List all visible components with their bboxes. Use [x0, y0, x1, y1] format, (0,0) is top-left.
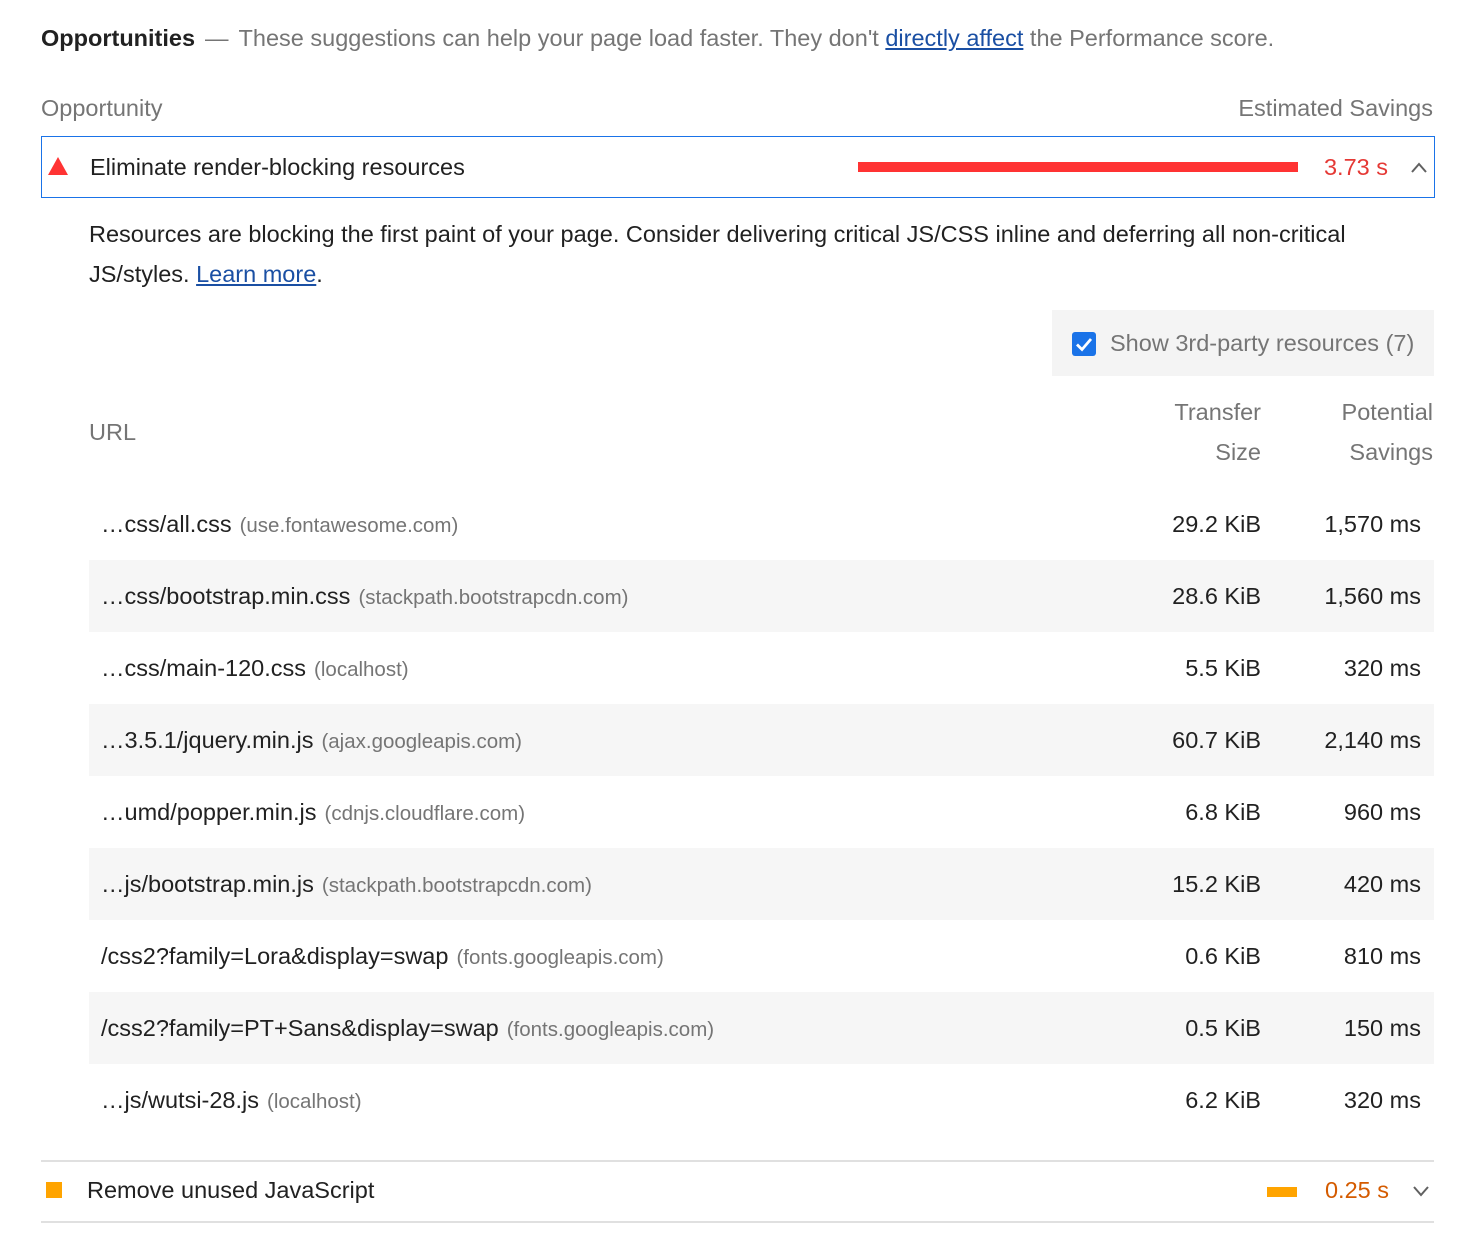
potential-savings: 810 ms: [1343, 943, 1421, 969]
chevron-up-icon[interactable]: [1410, 159, 1428, 177]
table-row: …umd/popper.min.js (cdnjs.cloudflare.com)…: [89, 776, 1434, 848]
section-header: Opportunities — These suggestions can help…: [41, 22, 1441, 54]
audit-savings-value: 0.25 s: [1324, 1177, 1389, 1203]
third-party-filter[interactable]: Show 3rd-party resources (7): [1052, 310, 1434, 376]
learn-more-link[interactable]: Learn more: [196, 261, 316, 287]
header-description-end: the Performance score.: [1023, 25, 1275, 51]
potential-savings: 150 ms: [1343, 1015, 1421, 1041]
potential-savings-column-header: Potential Savings: [1342, 392, 1433, 472]
potential-savings-header-line1: Potential: [1341, 399, 1433, 425]
transfer-size: 60.7 KiB: [1172, 727, 1261, 753]
resources-table: …css/all.css (use.fontawesome.com) 29.2 K…: [89, 488, 1434, 1136]
audit-title: Eliminate render-blocking resources: [90, 154, 465, 180]
resource-url: …3.5.1/jquery.min.js (ajax.googleapis.com…: [101, 724, 522, 758]
header-dash: —: [205, 25, 229, 51]
url-host: (fonts.googleapis.com): [506, 1018, 715, 1041]
url-host: (stackpath.bootstrapcdn.com): [358, 586, 629, 609]
table-row: …3.5.1/jquery.min.js (ajax.googleapis.com…: [89, 704, 1434, 776]
transfer-size: 29.2 KiB: [1172, 511, 1261, 537]
url-host: (ajax.googleapis.com): [321, 730, 522, 753]
table-row: /css2?family=Lora&display=swap (fonts.goo…: [89, 920, 1434, 992]
potential-savings: 420 ms: [1343, 871, 1421, 897]
potential-savings: 2,140 ms: [1324, 727, 1421, 753]
url-host: (stackpath.bootstrapcdn.com): [321, 874, 592, 897]
potential-savings: 960 ms: [1343, 799, 1421, 825]
transfer-size: 6.2 KiB: [1185, 1087, 1261, 1113]
red-triangle-icon: [48, 157, 68, 175]
audit-eliminate-render-blocking[interactable]: Eliminate render-blocking resources 3.73…: [41, 136, 1435, 198]
transfer-size: 0.6 KiB: [1185, 943, 1261, 969]
potential-savings-header-line2: Savings: [1349, 439, 1433, 465]
third-party-checkbox[interactable]: [1072, 332, 1096, 356]
description-period: .: [316, 261, 323, 287]
url-path: /css2?family=PT+Sans&display=swap: [101, 1015, 499, 1041]
header-description: These suggestions can help your page loa…: [238, 25, 886, 51]
potential-savings: 320 ms: [1343, 1087, 1421, 1113]
transfer-size-header-line2: Size: [1215, 439, 1261, 465]
resource-url: …js/bootstrap.min.js (stackpath.bootstrap…: [101, 868, 592, 902]
table-row: …js/wutsi-28.js (localhost) 6.2 KiB 320 m…: [89, 1064, 1434, 1136]
table-row: …css/all.css (use.fontawesome.com) 29.2 K…: [89, 488, 1434, 560]
checkmark-icon: [1076, 338, 1093, 352]
divider: [41, 1221, 1434, 1223]
url-path: …css/all.css: [101, 511, 232, 537]
opportunity-column-header: Opportunity: [41, 95, 163, 121]
section-title: Opportunities: [41, 25, 196, 51]
savings-bar: [857, 1187, 1297, 1197]
transfer-size: 6.8 KiB: [1185, 799, 1261, 825]
directly-affect-link[interactable]: directly affect: [885, 25, 1023, 51]
url-column-header: URL: [89, 419, 137, 445]
audit-remove-unused-javascript[interactable]: Remove unused JavaScript 0.25 s: [41, 1162, 1434, 1220]
savings-bar: [858, 162, 1298, 172]
resource-url: …umd/popper.min.js (cdnjs.cloudflare.com): [101, 796, 525, 830]
table-row: …css/bootstrap.min.css (stackpath.bootstr…: [89, 560, 1434, 632]
url-path: /css2?family=Lora&display=swap: [101, 943, 449, 969]
url-host: (localhost): [267, 1090, 362, 1113]
url-path: …js/bootstrap.min.js: [101, 871, 314, 897]
audit-description: Resources are blocking the first paint o…: [89, 214, 1409, 294]
transfer-size-column-header: Transfer Size: [1174, 392, 1261, 472]
url-path: …3.5.1/jquery.min.js: [101, 727, 314, 753]
table-row: …css/main-120.css (localhost) 5.5 KiB 320…: [89, 632, 1434, 704]
url-host: (cdnjs.cloudflare.com): [324, 802, 526, 825]
resource-url: …css/bootstrap.min.css (stackpath.bootstr…: [101, 580, 628, 614]
audit-savings-value: 3.73 s: [1323, 154, 1388, 180]
url-path: …umd/popper.min.js: [101, 799, 317, 825]
resource-url: /css2?family=Lora&display=swap (fonts.goo…: [101, 940, 664, 974]
url-path: …css/main-120.css: [101, 655, 307, 681]
chevron-down-icon[interactable]: [1412, 1182, 1430, 1200]
url-path: …css/bootstrap.min.css: [101, 583, 351, 609]
transfer-size: 28.6 KiB: [1172, 583, 1261, 609]
potential-savings: 1,560 ms: [1324, 583, 1421, 609]
transfer-size: 0.5 KiB: [1185, 1015, 1261, 1041]
table-row: …js/bootstrap.min.js (stackpath.bootstrap…: [89, 848, 1434, 920]
estimated-savings-column-header: Estimated Savings: [1238, 95, 1433, 121]
transfer-size-header-line1: Transfer: [1174, 399, 1261, 425]
transfer-size: 15.2 KiB: [1172, 871, 1261, 897]
table-row: /css2?family=PT+Sans&display=swap (fonts.…: [89, 992, 1434, 1064]
potential-savings: 1,570 ms: [1324, 511, 1421, 537]
resource-url: …js/wutsi-28.js (localhost): [101, 1084, 362, 1118]
audit-title: Remove unused JavaScript: [87, 1177, 375, 1203]
resource-url: …css/all.css (use.fontawesome.com): [101, 508, 458, 542]
url-host: (fonts.googleapis.com): [456, 946, 664, 969]
third-party-label: Show 3rd-party resources (7): [1110, 330, 1415, 356]
savings-bar-fill: [1267, 1187, 1297, 1197]
url-path: …js/wutsi-28.js: [101, 1087, 260, 1113]
orange-square-icon: [46, 1182, 62, 1198]
resource-url: …css/main-120.css (localhost): [101, 652, 409, 686]
url-host: (use.fontawesome.com): [239, 514, 459, 537]
resource-url: /css2?family=PT+Sans&display=swap (fonts.…: [101, 1012, 714, 1046]
transfer-size: 5.5 KiB: [1185, 655, 1261, 681]
url-host: (localhost): [314, 658, 409, 681]
savings-bar-fill: [858, 162, 1298, 172]
potential-savings: 320 ms: [1343, 655, 1421, 681]
